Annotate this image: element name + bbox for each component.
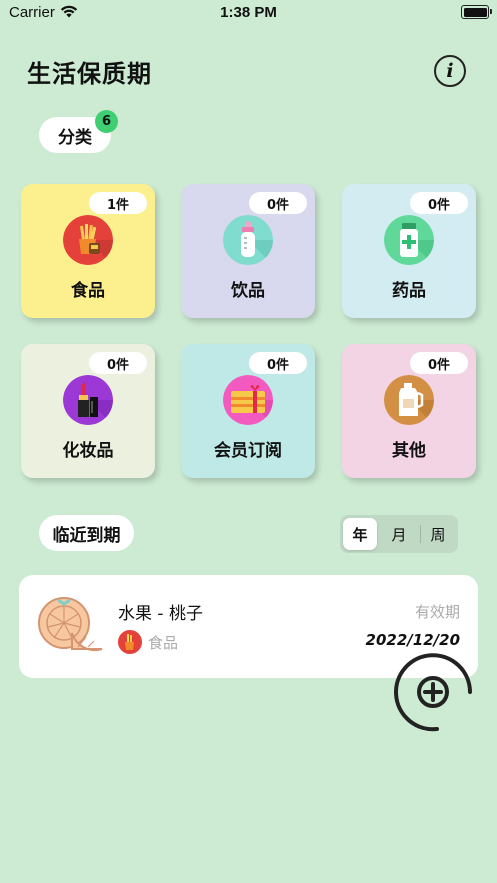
status-bar: Carrier 1:38 PM bbox=[0, 0, 497, 26]
lipstick-icon bbox=[63, 375, 113, 425]
category-card-subscriptions[interactable]: 0件 会员订阅 bbox=[181, 344, 315, 478]
page-title: 生活保质期 bbox=[27, 60, 152, 88]
expiring-section-label: 临近到期 bbox=[52, 525, 121, 546]
category-card-cosmetics[interactable]: 0件 化妆品 bbox=[21, 344, 155, 478]
category-card-medicine[interactable]: 0件 药品 bbox=[342, 184, 476, 318]
category-label: 化妆品 bbox=[62, 441, 114, 461]
category-count: 0件 bbox=[89, 352, 147, 374]
fries-icon bbox=[63, 215, 113, 265]
orange-slice-icon bbox=[38, 597, 103, 652]
filter-week[interactable]: 周 bbox=[421, 518, 455, 550]
item-category: 食品 bbox=[148, 634, 179, 652]
expiry-label: 有效期 bbox=[414, 603, 460, 621]
expiring-section-pill[interactable]: 临近到期 bbox=[39, 515, 134, 551]
category-card-drinks[interactable]: 0件 饮品 bbox=[181, 184, 315, 318]
category-count: 0件 bbox=[249, 192, 307, 214]
category-label: 其他 bbox=[392, 441, 426, 461]
category-count: 0件 bbox=[410, 352, 468, 374]
period-filter: 年 月 周 bbox=[340, 515, 458, 553]
category-card-food[interactable]: 1件 食品 bbox=[21, 184, 155, 318]
category-label: 饮品 bbox=[231, 281, 265, 301]
add-icon[interactable] bbox=[393, 652, 473, 732]
filter-year[interactable]: 年 bbox=[343, 518, 377, 550]
medicine-bottle-icon bbox=[384, 215, 434, 265]
jug-icon bbox=[384, 375, 434, 425]
category-label: 会员订阅 bbox=[214, 441, 282, 461]
baby-bottle-icon bbox=[223, 215, 273, 265]
clock: 1:38 PM bbox=[220, 4, 277, 21]
item-name: 水果 - 桃子 bbox=[118, 604, 203, 624]
category-count: 0件 bbox=[249, 352, 307, 374]
category-count: 1件 bbox=[89, 192, 147, 214]
category-count-badge: 6 bbox=[95, 110, 118, 133]
category-label: 食品 bbox=[71, 281, 105, 301]
gift-card-icon bbox=[223, 375, 273, 425]
category-card-other[interactable]: 0件 其他 bbox=[342, 344, 476, 478]
info-icon[interactable]: i bbox=[434, 55, 466, 87]
category-label: 药品 bbox=[392, 281, 426, 301]
category-section-label: 分类 bbox=[58, 127, 92, 148]
expiry-date: 2022/12/20 bbox=[365, 631, 460, 649]
category-count: 0件 bbox=[410, 192, 468, 214]
battery-icon bbox=[461, 5, 492, 19]
filter-month[interactable]: 月 bbox=[382, 518, 416, 550]
fries-icon bbox=[118, 630, 142, 654]
